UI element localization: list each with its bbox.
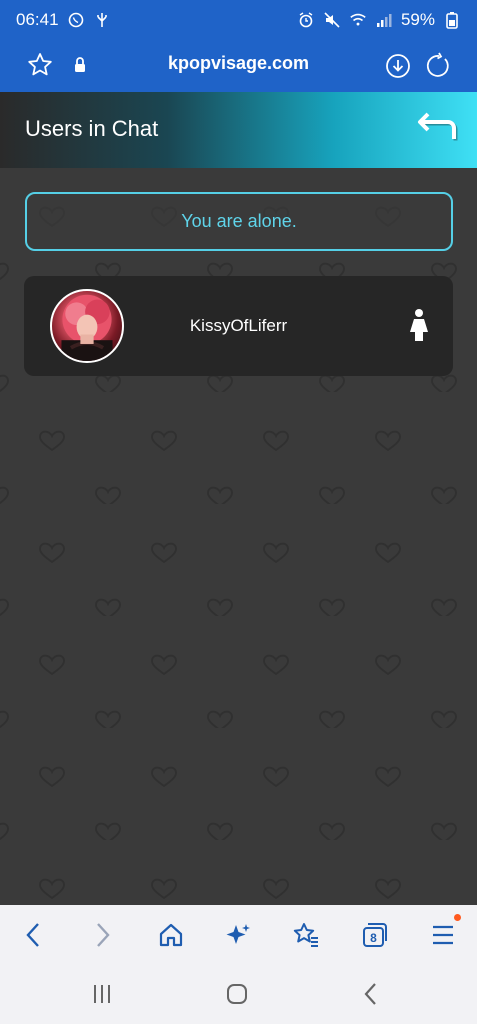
download-icon[interactable] [384, 52, 412, 85]
usb-icon [93, 11, 111, 29]
battery-percent: 59% [400, 10, 435, 29]
status-time: 06:41 [16, 10, 59, 29]
user-card[interactable]: KissyOfLiferr [24, 276, 453, 376]
tab-count: 8 [370, 931, 377, 945]
female-icon [408, 308, 430, 342]
menu-icon[interactable] [429, 921, 457, 949]
mute-icon [323, 11, 341, 29]
alone-message: You are alone. [25, 192, 453, 251]
status-right: 59% [297, 10, 461, 30]
battery-icon [443, 11, 461, 29]
bookmark-star-icon[interactable] [26, 51, 54, 84]
tabs-icon[interactable]: 8 [361, 921, 389, 949]
back-arrow-icon[interactable] [414, 110, 458, 146]
home-button-icon[interactable] [224, 981, 250, 1007]
bookmarks-icon[interactable] [292, 921, 320, 949]
chat-header: Users in Chat [0, 92, 477, 168]
status-bar: 06:41 59% [0, 0, 477, 40]
username[interactable]: KissyOfLiferr [24, 316, 453, 336]
system-nav [0, 967, 477, 1024]
signal-icon [375, 11, 393, 29]
recent-apps-icon[interactable] [89, 981, 115, 1007]
sparkle-icon[interactable] [224, 921, 252, 949]
alone-message-text: You are alone. [181, 211, 297, 231]
home-icon[interactable] [157, 921, 185, 949]
alarm-icon [297, 11, 315, 29]
browser-nav: 8 [0, 905, 477, 967]
whatsapp-icon [67, 11, 85, 29]
lock-icon [72, 55, 88, 80]
reload-icon[interactable] [424, 52, 452, 85]
wifi-icon [349, 11, 367, 29]
notification-dot [454, 914, 461, 921]
page-title: Users in Chat [25, 116, 159, 141]
forward-icon[interactable] [89, 921, 117, 949]
status-left: 06:41 [16, 10, 111, 30]
back-icon[interactable] [19, 921, 47, 949]
url-bar: kpopvisage.com [0, 40, 477, 92]
system-back-icon[interactable] [358, 981, 384, 1007]
users-content: You are alone. KissyOfLiferr [0, 168, 477, 905]
